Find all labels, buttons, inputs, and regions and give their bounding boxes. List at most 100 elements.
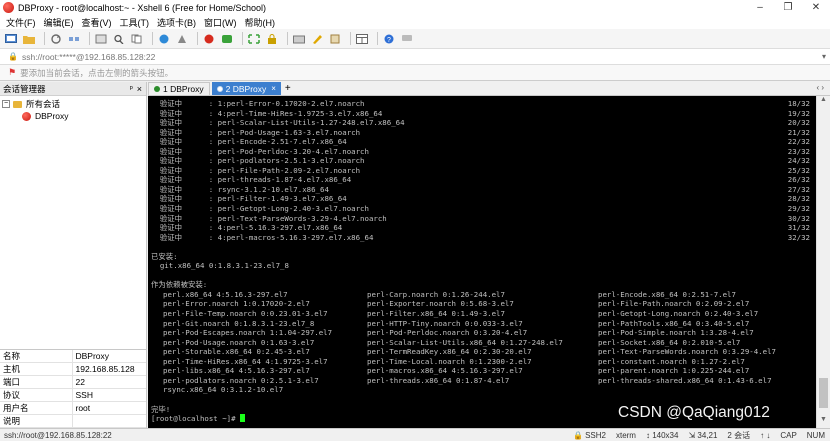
tab-label: 2 DBProxy <box>225 83 267 94</box>
menu-tabs[interactable]: 选项卡(B) <box>153 16 200 29</box>
dependency-row: rsync.x86_64 0:3.1.2-10.el7 <box>151 385 816 395</box>
xftp-icon[interactable] <box>220 32 234 46</box>
dependency-package: perl-Storable.x86_64 0:2.45-3.el7 <box>163 347 310 357</box>
help-icon[interactable]: ? <box>382 32 396 46</box>
menu-view[interactable]: 查看(V) <box>78 16 116 29</box>
close-window-button[interactable]: ✕ <box>802 0 830 15</box>
property-key: 名称 <box>0 350 73 363</box>
properties-icon[interactable] <box>94 32 108 46</box>
status-sessions: 2 会话 <box>727 430 751 440</box>
color-scheme-icon[interactable] <box>175 32 189 46</box>
dependency-package: perl-HTTP-Tiny.noarch 0:0.033-3.el7 <box>367 318 523 328</box>
session-manager-panel: 会话管理器 ᵖ × − 所有会话 DBProxy 名称 DBProxy 主机 192… <box>0 82 147 428</box>
property-value: 22 <box>72 375 146 389</box>
dependency-package: perl-constant.noarch 0:1.27-2.el7 <box>598 356 745 366</box>
menu-window[interactable]: 窗口(W) <box>200 16 241 29</box>
script-icon[interactable] <box>328 32 342 46</box>
menu-tools[interactable]: 工具(T) <box>116 16 154 29</box>
dependency-package: perl-threads.x86_64 0:1.87-4.el7 <box>367 375 510 385</box>
tree-node-all-sessions[interactable]: − 所有会话 <box>2 98 146 110</box>
status-size-label: 140x34 <box>652 430 679 440</box>
verify-line-text: 验证中 : 1:perl-Error-0.17020-2.el7.noarch <box>151 99 365 108</box>
property-row: 协议 SSH <box>0 388 146 402</box>
reconnect-icon[interactable] <box>49 32 63 46</box>
verify-line-text: 验证中 : perl-File-Path-2.09-2.el7.noarch <box>151 165 361 175</box>
flag-icon[interactable]: ⚑ <box>8 67 16 78</box>
menu-help[interactable]: 帮助(H) <box>241 16 280 29</box>
xshell-red-icon[interactable] <box>202 32 216 46</box>
find-icon[interactable] <box>112 32 126 46</box>
dependency-package: perl-TermReadKey.x86_64 0:2.30-20.el7 <box>367 347 532 357</box>
verify-line-text: 验证中 : perl-Pod-Usage-1.63-3.el7.noarch <box>151 127 361 137</box>
connected-status-icon <box>154 86 160 92</box>
terminal-output[interactable]: 验证中 : 1:perl-Error-0.17020-2.el7.noarch 1… <box>148 96 816 428</box>
dependency-package: perl-Scalar-List-Utils.x86_64 0:1.27-248… <box>367 337 563 347</box>
verify-line: 验证中 : perl-File-Path-2.09-2.el7.noarch 25… <box>151 166 816 176</box>
lock-icon[interactable] <box>265 32 279 46</box>
comment-icon[interactable] <box>400 32 414 46</box>
dependency-package: perl-Pod-Perldoc.noarch 0:3.20-4.el7 <box>367 328 528 338</box>
verify-line-count: 27/32 <box>787 184 810 194</box>
tree-node-dbproxy[interactable]: DBProxy <box>2 110 146 122</box>
dependency-package: perl-Time-HiRes.x86_64 4:1.9725-3.el7 <box>163 356 328 366</box>
session-address[interactable]: ssh://root:*****@192.168.85.128:22 <box>22 52 155 62</box>
tree-node-label: 所有会话 <box>26 99 61 109</box>
verify-line: 验证中 : perl-Getopt-Long-2.40-3.el7.noarch… <box>151 204 816 214</box>
verify-line-text: 验证中 : 4:perl-Time-HiRes-1.9725-3.el7.x86… <box>151 108 383 118</box>
highlight-icon[interactable] <box>310 32 324 46</box>
status-protocol: 🔒 SSH2 <box>568 431 611 440</box>
address-lock-icon: 🔒 <box>8 52 18 61</box>
dependency-package: perl-podlators.noarch 0:2.5.1-3.el7 <box>163 375 319 385</box>
new-tab-button[interactable]: + <box>285 83 291 94</box>
minimize-button[interactable]: – <box>746 0 774 15</box>
tab-2-dbproxy[interactable]: 2 DBProxy × <box>211 82 281 95</box>
keyboard-icon[interactable] <box>292 32 306 46</box>
title-bar: DBProxy - root@localhost:~ - Xshell 6 (F… <box>0 0 830 15</box>
disconnect-icon[interactable] <box>67 32 81 46</box>
close-icon[interactable]: × <box>137 84 142 94</box>
dependency-package: perl-Pod-Escapes.noarch 1:1.04-297.el7 <box>163 328 333 338</box>
status-num: NUM <box>806 430 825 440</box>
scroll-thumb[interactable] <box>819 378 828 408</box>
dependency-row: perl-File-Temp.noarch 0:0.23.01-3.el7 per… <box>151 309 816 319</box>
open-folder-icon[interactable] <box>22 32 36 46</box>
dependency-row: perl-Git.noarch 0:1.8.3.1-23.el7_8 perl-H… <box>151 319 816 329</box>
globe-icon[interactable] <box>157 32 171 46</box>
verify-line: 验证中 : 4:perl-macros-5.16.3-297.el7.x86_6… <box>151 233 816 243</box>
tab-scroll-arrows[interactable]: ‹ › <box>816 83 824 92</box>
property-value: DBProxy <box>72 350 146 363</box>
layout-icon[interactable] <box>355 32 369 46</box>
verify-line-count: 19/32 <box>787 108 810 118</box>
address-bar[interactable]: 🔒 ssh://root:*****@192.168.85.128:22 ▾ <box>0 49 830 65</box>
terminal-scrollbar[interactable]: ▲ ▼ <box>816 96 830 428</box>
dependency-package: perl-Exporter.noarch 0:5.68-3.el7 <box>367 299 514 309</box>
collapse-toggle[interactable]: − <box>2 100 10 108</box>
resize-icon: ↕ <box>645 430 650 440</box>
pin-icon[interactable]: ᵖ <box>130 84 133 93</box>
status-protocol-label: SSH2 <box>585 430 606 440</box>
dependency-package: perl-File-Temp.noarch 0:0.23.01-3.el7 <box>163 309 328 319</box>
cursor-position-icon: ⇲ <box>688 430 696 440</box>
fullscreen-icon[interactable] <box>247 32 261 46</box>
chevron-down-icon[interactable]: ▾ <box>822 52 826 61</box>
maximize-button[interactable]: ❐ <box>774 0 802 15</box>
verify-line: 验证中 : 1:perl-Error-0.17020-2.el7.noarch 1… <box>151 99 816 109</box>
verify-line-text: 验证中 : rsync-3.1.2-10.el7.x86_64 <box>151 184 329 194</box>
menu-edit[interactable]: 编辑(E) <box>40 16 78 29</box>
scroll-up-icon[interactable]: ▲ <box>817 96 830 108</box>
new-session-icon[interactable] <box>4 32 18 46</box>
scroll-down-icon[interactable]: ▼ <box>817 416 830 428</box>
dependency-package: perl-Git.noarch 0:1.8.3.1-23.el7_8 <box>163 318 315 328</box>
tab-close-icon[interactable]: × <box>271 84 276 93</box>
verify-line-text: 验证中 : perl-Scalar-List-Utils-1.27-248.el… <box>151 118 405 128</box>
status-arrows[interactable]: ↑ ↓ <box>755 431 775 440</box>
tab-1-dbproxy[interactable]: 1 DBProxy <box>148 82 210 95</box>
dependencies-header: 作为依赖被安装: <box>151 280 208 290</box>
menu-file[interactable]: 文件(F) <box>2 16 40 29</box>
verify-line-count: 29/32 <box>787 204 810 214</box>
copy-icon[interactable] <box>130 32 144 46</box>
dependency-row: perl-Time-HiRes.x86_64 4:1.9725-3.el7 per… <box>151 357 816 367</box>
installed-header: 已安装: <box>151 251 178 261</box>
toolbar-separator <box>89 32 90 45</box>
